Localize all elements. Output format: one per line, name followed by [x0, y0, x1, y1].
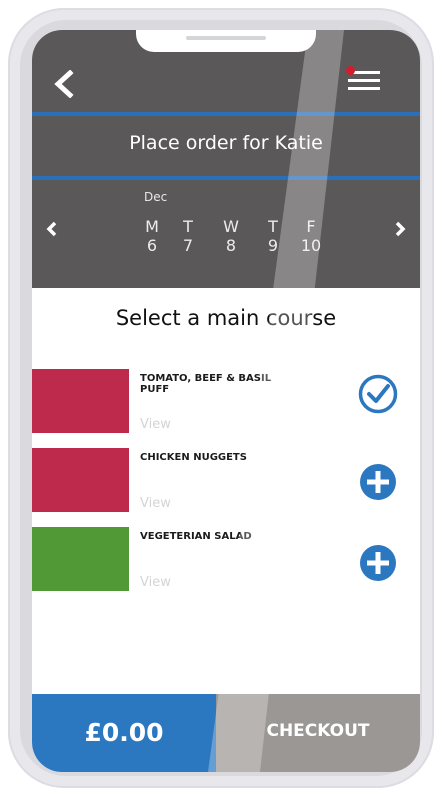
day-number: 7: [182, 236, 194, 255]
view-link[interactable]: View: [140, 496, 171, 511]
day-mon[interactable]: M 6: [139, 218, 165, 256]
section-title: Select a main course: [115, 306, 337, 330]
day-number: 6: [146, 236, 158, 255]
view-link[interactable]: View: [140, 575, 171, 590]
add-circle-icon[interactable]: [358, 462, 398, 502]
check-circle-icon[interactable]: [358, 374, 398, 414]
title-divider-top: [32, 112, 420, 116]
checkout-button[interactable]: CHECKOUT: [216, 694, 420, 772]
day-letter: T: [183, 217, 193, 236]
order-total: £0.00: [32, 694, 216, 772]
item-thumbnail: [32, 369, 129, 433]
day-letter: T: [268, 217, 278, 236]
item-name: TOMATO, BEEF & BASIL PUFF: [140, 373, 272, 395]
day-fri[interactable]: F 10: [298, 218, 324, 256]
day-thu[interactable]: T 9: [260, 218, 286, 256]
phone-notch: [136, 30, 316, 52]
menu-item[interactable]: CHICKEN NUGGETS View: [32, 448, 420, 514]
day-tue[interactable]: T 7: [175, 218, 201, 256]
day-letter: M: [145, 217, 159, 236]
day-letter: F: [306, 217, 316, 236]
speaker-grille: [186, 36, 266, 40]
menu-item[interactable]: TOMATO, BEEF & BASIL PUFF View: [32, 369, 420, 435]
view-link[interactable]: View: [140, 417, 171, 432]
item-thumbnail: [32, 527, 129, 591]
item-thumbnail: [32, 448, 129, 512]
month-label: Dec: [144, 190, 168, 204]
app-header: Place order for Katie Dec M 6 T 7 W 8 T …: [32, 30, 420, 288]
page-title: Place order for Katie: [129, 132, 323, 154]
chevron-left-icon[interactable]: [44, 218, 60, 240]
item-name: VEGETERIAN SALAD: [140, 531, 252, 542]
day-letter: W: [223, 217, 239, 236]
chevron-right-icon[interactable]: [392, 218, 408, 240]
day-wed[interactable]: W 8: [218, 218, 244, 256]
back-arrow-icon[interactable]: [52, 70, 76, 98]
app-screen: Place order for Katie Dec M 6 T 7 W 8 T …: [32, 30, 420, 772]
menu-item[interactable]: VEGETERIAN SALAD View: [32, 527, 420, 593]
day-number: 8: [225, 236, 237, 255]
item-name: CHICKEN NUGGETS: [140, 452, 247, 463]
title-divider-bottom: [32, 176, 420, 180]
bottom-bar: £0.00 CHECKOUT: [32, 694, 420, 772]
day-number: 10: [300, 236, 322, 255]
notification-dot: [346, 66, 355, 75]
add-circle-icon[interactable]: [358, 543, 398, 583]
day-number: 9: [267, 236, 279, 255]
